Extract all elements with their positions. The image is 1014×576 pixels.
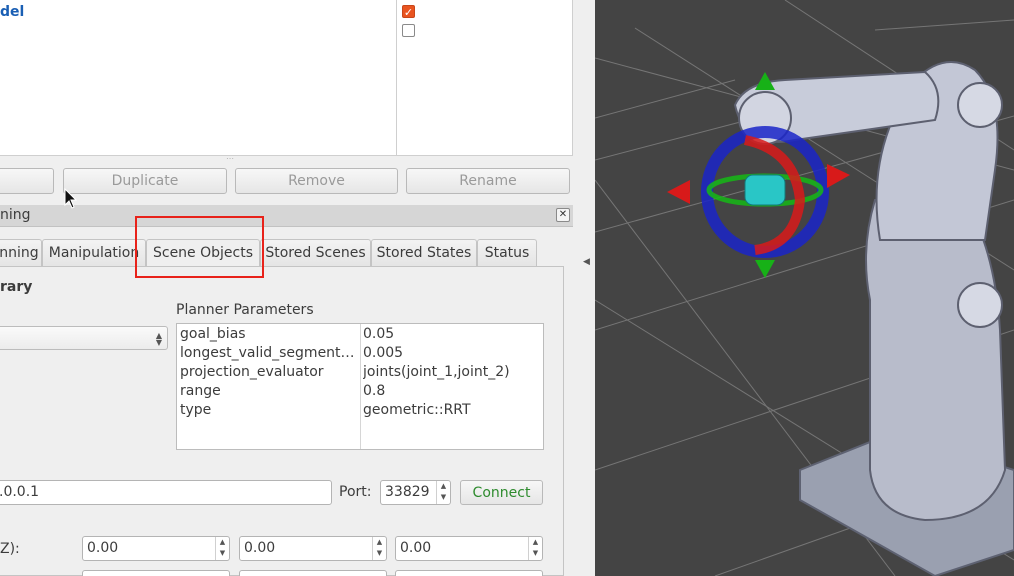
param-key: projection_evaluator: [180, 364, 324, 380]
param-value[interactable]: 0.8: [363, 382, 541, 401]
remove-button[interactable]: Remove: [235, 168, 398, 194]
tree-item-robot-model[interactable]: del: [0, 4, 24, 20]
table-row[interactable]: goal_bias 0.05: [177, 325, 543, 344]
workspace-x-value: 0.00: [87, 540, 119, 556]
spin-icon[interactable]: ▲ ▼: [528, 537, 542, 560]
spin-icon[interactable]: ▲ ▼: [215, 537, 229, 560]
workspace-label: Z):: [0, 541, 20, 557]
param-value[interactable]: joints(joint_1,joint_2): [363, 363, 541, 382]
robot-joint: [957, 82, 1003, 128]
param-value[interactable]: 0.05: [363, 325, 541, 344]
robot-joint: [957, 282, 1003, 328]
tab-manipulation[interactable]: Manipulation: [42, 239, 146, 267]
planner-parameters-label: Planner Parameters: [176, 302, 314, 318]
panel-title: ning: [0, 207, 31, 223]
duplicate-button[interactable]: Duplicate: [63, 168, 227, 194]
rename-button[interactable]: Rename: [406, 168, 570, 194]
param-value[interactable]: geometric::RRT: [363, 401, 541, 420]
spin-icon[interactable]: ▲ ▼: [372, 537, 386, 560]
param-key: range: [180, 383, 221, 399]
host-input[interactable]: .0.0.1: [0, 480, 332, 505]
workspace-z-value: 0.00: [400, 540, 432, 556]
arrow-right-icon: [827, 164, 850, 188]
panel-title-bar: ning: [0, 205, 573, 227]
table-row[interactable]: range 0.8: [177, 382, 543, 401]
port-value: 33829: [385, 484, 430, 500]
chevron-updown-icon: ▲ ▼: [155, 331, 163, 347]
workspace-y-input[interactable]: 0.00 ▲ ▼: [239, 536, 387, 561]
param-key: type: [180, 402, 212, 418]
mouse-cursor-icon: [64, 188, 78, 209]
port-spin-icon[interactable]: ▲ ▼: [436, 481, 450, 504]
workspace-next-row-input[interactable]: [395, 570, 543, 576]
connect-button[interactable]: Connect: [460, 480, 543, 505]
port-input[interactable]: 33829 ▲ ▼: [380, 480, 451, 505]
workspace-next-row-input[interactable]: [82, 570, 230, 576]
table-row[interactable]: projection_evaluator joints(joint_1,join…: [177, 363, 543, 382]
port-label: Port:: [339, 484, 372, 500]
motion-planning-panel: del ✓ ⋯ Duplicate Remove Rename ning ✕ n…: [0, 0, 580, 576]
table-row[interactable]: longest_valid_segment… 0.005: [177, 344, 543, 363]
param-key: goal_bias: [180, 326, 246, 342]
workspace-x-input[interactable]: 0.00 ▲ ▼: [82, 536, 230, 561]
param-key: longest_valid_segment…: [180, 345, 355, 361]
displays-tree[interactable]: del: [0, 0, 397, 156]
robot-lower-arm: [865, 199, 1007, 522]
planner-select[interactable]: ▲ ▼: [0, 326, 168, 350]
add-button[interactable]: [0, 168, 54, 194]
workspace-z-input[interactable]: 0.00 ▲ ▼: [395, 536, 543, 561]
rviz-3d-viewport[interactable]: [595, 0, 1014, 576]
display-disabled-checkbox[interactable]: [402, 24, 415, 37]
param-value[interactable]: 0.005: [363, 344, 541, 363]
collapse-arrow-icon[interactable]: ◀: [583, 256, 593, 268]
close-icon[interactable]: ✕: [556, 208, 570, 222]
workspace-next-row-input[interactable]: [239, 570, 387, 576]
table-row[interactable]: type geometric::RRT: [177, 401, 543, 420]
tab-stored-scenes[interactable]: Stored Scenes: [260, 239, 371, 267]
robot-scene: [595, 0, 1014, 576]
tab-planning[interactable]: nning: [0, 239, 42, 267]
tab-status[interactable]: Status: [477, 239, 537, 267]
tab-stored-states[interactable]: Stored States: [371, 239, 477, 267]
planner-params-table[interactable]: goal_bias 0.05 longest_valid_segment… 0.…: [176, 323, 544, 450]
highlight-box: [135, 216, 264, 278]
planning-library-label: rary: [0, 279, 33, 295]
displays-checkbox-column: ✓: [397, 0, 573, 156]
display-enabled-checkbox[interactable]: ✓: [402, 5, 415, 19]
splitter-handle[interactable]: ⋯: [224, 155, 236, 163]
end-effector: [744, 174, 786, 206]
arrow-left-icon: [667, 180, 690, 204]
workspace-y-value: 0.00: [244, 540, 276, 556]
